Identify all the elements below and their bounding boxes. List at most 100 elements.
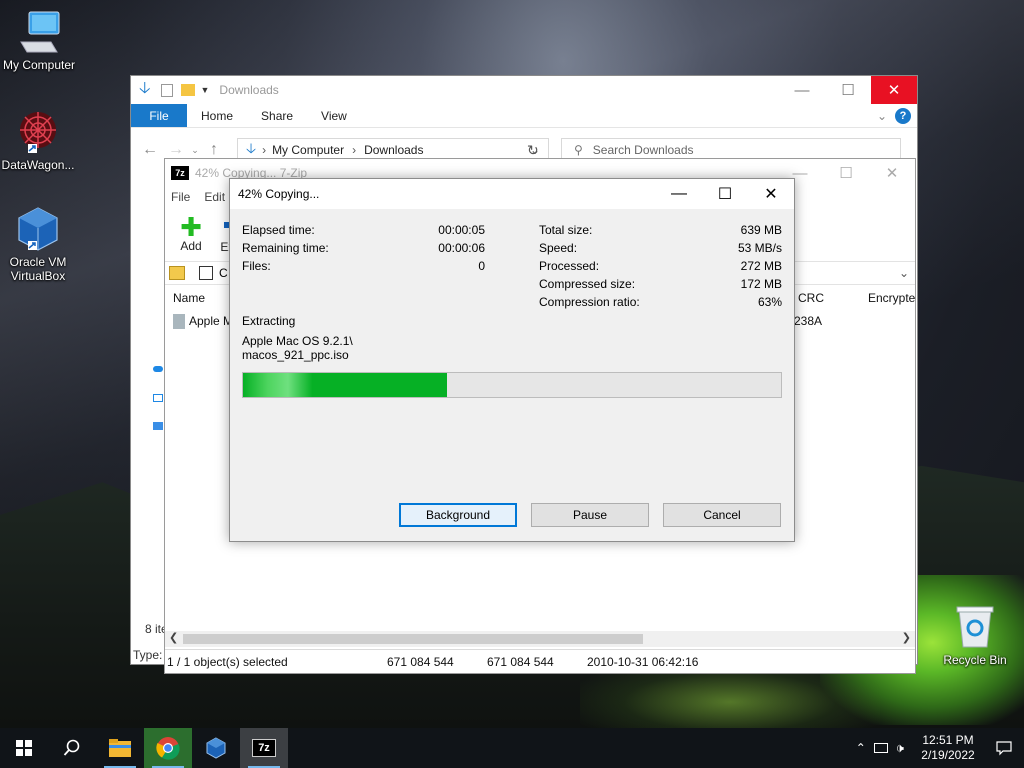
horizontal-scrollbar[interactable]: ❮ ❯: [165, 631, 915, 647]
tray-overflow-chevron-icon[interactable]: ⌃: [856, 741, 866, 755]
recent-dropdown-icon[interactable]: ⌄: [189, 145, 201, 156]
taskbar: 7z ⌃ 🕩 12:51 PM 2/19/2022: [0, 728, 1024, 768]
forward-arrow-icon[interactable]: →: [163, 141, 189, 159]
maximize-button[interactable]: ☐: [702, 179, 748, 209]
desktop-icon-my-computer[interactable]: My Computer: [1, 8, 77, 72]
taskbar-chrome[interactable]: [144, 728, 192, 768]
desktop-icon-virtualbox[interactable]: Oracle VM VirtualBox: [0, 205, 76, 283]
add-label: Add: [180, 239, 202, 253]
maximize-button[interactable]: ☐: [823, 159, 869, 187]
stat-compressed-label: Compressed size:: [539, 277, 636, 291]
path-dropdown-icon[interactable]: ⌄: [899, 266, 909, 280]
desktop-icon-recycle-bin[interactable]: Recycle Bin: [937, 603, 1013, 667]
taskbar-file-explorer[interactable]: [96, 728, 144, 768]
breadcrumb-downloads[interactable]: Downloads: [364, 143, 423, 157]
recycle-bin-icon: [951, 603, 999, 651]
network-icon[interactable]: [153, 422, 163, 430]
folder-up-icon[interactable]: [169, 266, 185, 280]
row-name: Apple M: [189, 314, 234, 328]
search-button[interactable]: [48, 728, 96, 768]
pause-button[interactable]: Pause: [531, 503, 649, 527]
background-button[interactable]: Background: [399, 503, 517, 527]
search-icon: ⚲: [574, 143, 583, 157]
status-modified: 2010-10-31 06:42:16: [587, 654, 699, 669]
column-encrypted[interactable]: Encrypte: [868, 291, 915, 305]
volume-icon[interactable]: 🕩: [896, 740, 904, 756]
stat-files-label: Files:: [242, 259, 271, 273]
explorer-title: Downloads: [219, 83, 279, 97]
ribbon-tab-view[interactable]: View: [307, 104, 361, 127]
system-tray: ⌃ 🕩 12:51 PM 2/19/2022: [856, 728, 1024, 768]
help-icon[interactable]: ?: [895, 104, 911, 127]
minimize-button[interactable]: —: [656, 179, 702, 209]
notifications-icon[interactable]: [984, 728, 1024, 768]
stat-total-size-value: 639 MB: [740, 223, 782, 237]
explorer-ribbon: File Home Share View ⌄ ?: [131, 104, 917, 128]
start-button[interactable]: [0, 728, 48, 768]
desktop-icon-datawagon[interactable]: DataWagon...: [0, 108, 76, 172]
column-name[interactable]: Name: [173, 291, 205, 305]
ribbon-tab-file[interactable]: File: [131, 104, 187, 127]
status-packed: 671 084 544: [487, 654, 554, 669]
back-arrow-icon[interactable]: ←: [137, 141, 163, 159]
clock-time: 12:51 PM: [922, 733, 974, 747]
menu-file[interactable]: File: [171, 190, 190, 204]
scrollbar-thumb[interactable]: [183, 634, 643, 644]
quick-access-down-arrow-icon[interactable]: 🡣: [139, 77, 151, 104]
stat-speed-value: 53 MB/s: [737, 241, 782, 255]
refresh-icon[interactable]: ↻: [527, 142, 539, 159]
add-button[interactable]: ✚ Add: [173, 214, 209, 253]
cancel-button[interactable]: Cancel: [663, 503, 781, 527]
desktop-icon-label: My Computer: [2, 58, 76, 72]
search-icon: [63, 739, 80, 756]
properties-icon[interactable]: [160, 83, 173, 97]
dialog-caption-buttons: — ☐ ✕: [656, 179, 794, 209]
current-file-name: macos_921_ppc.iso: [242, 348, 349, 362]
desktop-icon-label: DataWagon...: [1, 158, 75, 172]
status-selected: 1 / 1 object(s) selected: [167, 654, 288, 669]
operation-label: Extracting: [242, 314, 296, 328]
status-size: 671 084 544: [387, 654, 454, 669]
explorer-caption-buttons: — ☐ ✕: [779, 76, 917, 104]
minimize-button[interactable]: —: [779, 76, 825, 104]
stat-processed-label: Processed:: [539, 259, 600, 273]
network-icon[interactable]: [873, 743, 888, 753]
clock[interactable]: 12:51 PM 2/19/2022: [912, 733, 984, 763]
maximize-button[interactable]: ☐: [825, 76, 871, 104]
close-button[interactable]: ✕: [748, 179, 794, 209]
clock-date: 2/19/2022: [921, 748, 975, 762]
qat-dropdown-icon[interactable]: ▼: [201, 85, 210, 95]
sevenzip-status-bar: 1 / 1 object(s) selected 671 084 544 671…: [165, 649, 915, 673]
menu-edit[interactable]: Edit: [204, 190, 225, 204]
close-button[interactable]: ✕: [869, 159, 915, 187]
ribbon-tab-home[interactable]: Home: [187, 104, 247, 127]
stat-elapsed-value: 00:00:05: [438, 223, 485, 237]
stat-speed-label: Speed:: [539, 241, 578, 255]
this-pc-icon[interactable]: [153, 394, 163, 402]
new-folder-icon[interactable]: [180, 84, 195, 96]
current-file-path: Apple Mac OS 9.2.1\: [242, 334, 353, 348]
scroll-left-icon[interactable]: ❮: [169, 631, 178, 644]
copy-progress-dialog: 42% Copying... — ☐ ✕ Elapsed time: 00:00…: [229, 178, 795, 542]
virtualbox-icon: [206, 737, 226, 759]
row-crc: 238A: [794, 314, 823, 328]
taskbar-virtualbox[interactable]: [192, 728, 240, 768]
progress-bar: [242, 372, 782, 398]
datawagon-logo-icon: [14, 108, 62, 156]
up-arrow-icon[interactable]: ↑: [201, 141, 227, 159]
close-button[interactable]: ✕: [871, 76, 917, 104]
path-drive-icon: [199, 266, 213, 280]
ribbon-expand-chevron-icon[interactable]: ⌄: [877, 104, 887, 127]
breadcrumb-sep-icon: ›: [262, 143, 267, 157]
breadcrumb-my-computer[interactable]: My Computer: [272, 143, 344, 157]
ribbon-tab-share[interactable]: Share: [247, 104, 307, 127]
search-placeholder: Search Downloads: [592, 143, 694, 157]
explorer-status-bar: 8 ite Type:: [133, 622, 168, 662]
taskbar-7zip[interactable]: 7z: [240, 728, 288, 768]
path-text: C: [219, 266, 228, 280]
column-crc[interactable]: CRC: [798, 291, 824, 305]
onedrive-icon[interactable]: [153, 366, 163, 372]
chrome-icon: [156, 737, 180, 760]
scroll-right-icon[interactable]: ❯: [902, 631, 911, 644]
breadcrumb-sep-icon: ›: [352, 143, 357, 157]
